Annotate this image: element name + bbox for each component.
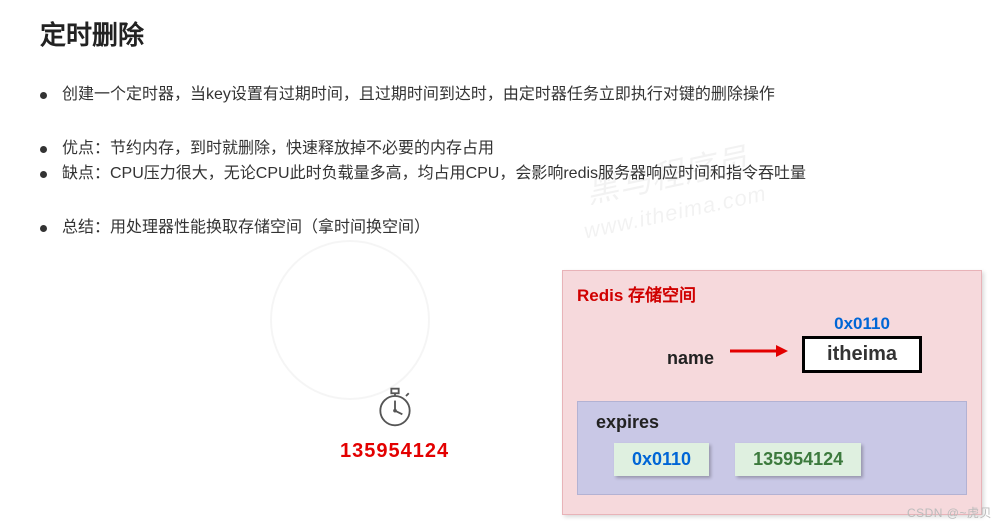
bullet-item: 创建一个定时器，当key设置有过期时间，且过期时间到达时，由定时器任务立即执行对…: [40, 82, 962, 108]
bullet-item: 优点：节约内存，到时就删除，快速释放掉不必要的内存占用: [40, 136, 962, 162]
expires-box: expires 0x0110 135954124: [577, 401, 967, 495]
expires-chips: 0x0110 135954124: [614, 443, 948, 476]
stopwatch-icon: [373, 416, 417, 433]
footer-credit: CSDN @~虎贝: [907, 504, 992, 521]
redis-title: Redis 存储空间: [577, 281, 967, 306]
timer-block: 135954124: [340, 385, 449, 463]
bullet-list: 创建一个定时器，当key设置有过期时间，且过期时间到达时，由定时器任务立即执行对…: [40, 82, 962, 240]
expires-title: expires: [596, 412, 948, 433]
spacer: [40, 187, 962, 215]
spacer: [40, 108, 962, 136]
bullet-item: 总结：用处理器性能换取存储空间（拿时间换空间）: [40, 215, 962, 241]
memory-address: 0x0110: [834, 314, 890, 334]
diagram: 135954124 Redis 存储空间 name 0x0110 itheima…: [40, 275, 982, 505]
kv-row: name 0x0110 itheima: [667, 314, 967, 373]
timer-value: 135954124: [340, 440, 449, 463]
value-column: 0x0110 itheima: [802, 314, 922, 373]
arrow-right-icon: [728, 341, 788, 373]
bullet-item: 缺点：CPU压力很大，无论CPU此时负载量多高，均占用CPU，会影响redis服…: [40, 161, 962, 187]
kv-key: name: [667, 348, 714, 373]
expires-ts-chip: 135954124: [735, 443, 861, 476]
value-box: itheima: [802, 336, 922, 373]
page-title: 定时删除: [40, 15, 962, 52]
expires-addr-chip: 0x0110: [614, 443, 709, 476]
redis-storage-box: Redis 存储空间 name 0x0110 itheima expires 0…: [562, 270, 982, 515]
